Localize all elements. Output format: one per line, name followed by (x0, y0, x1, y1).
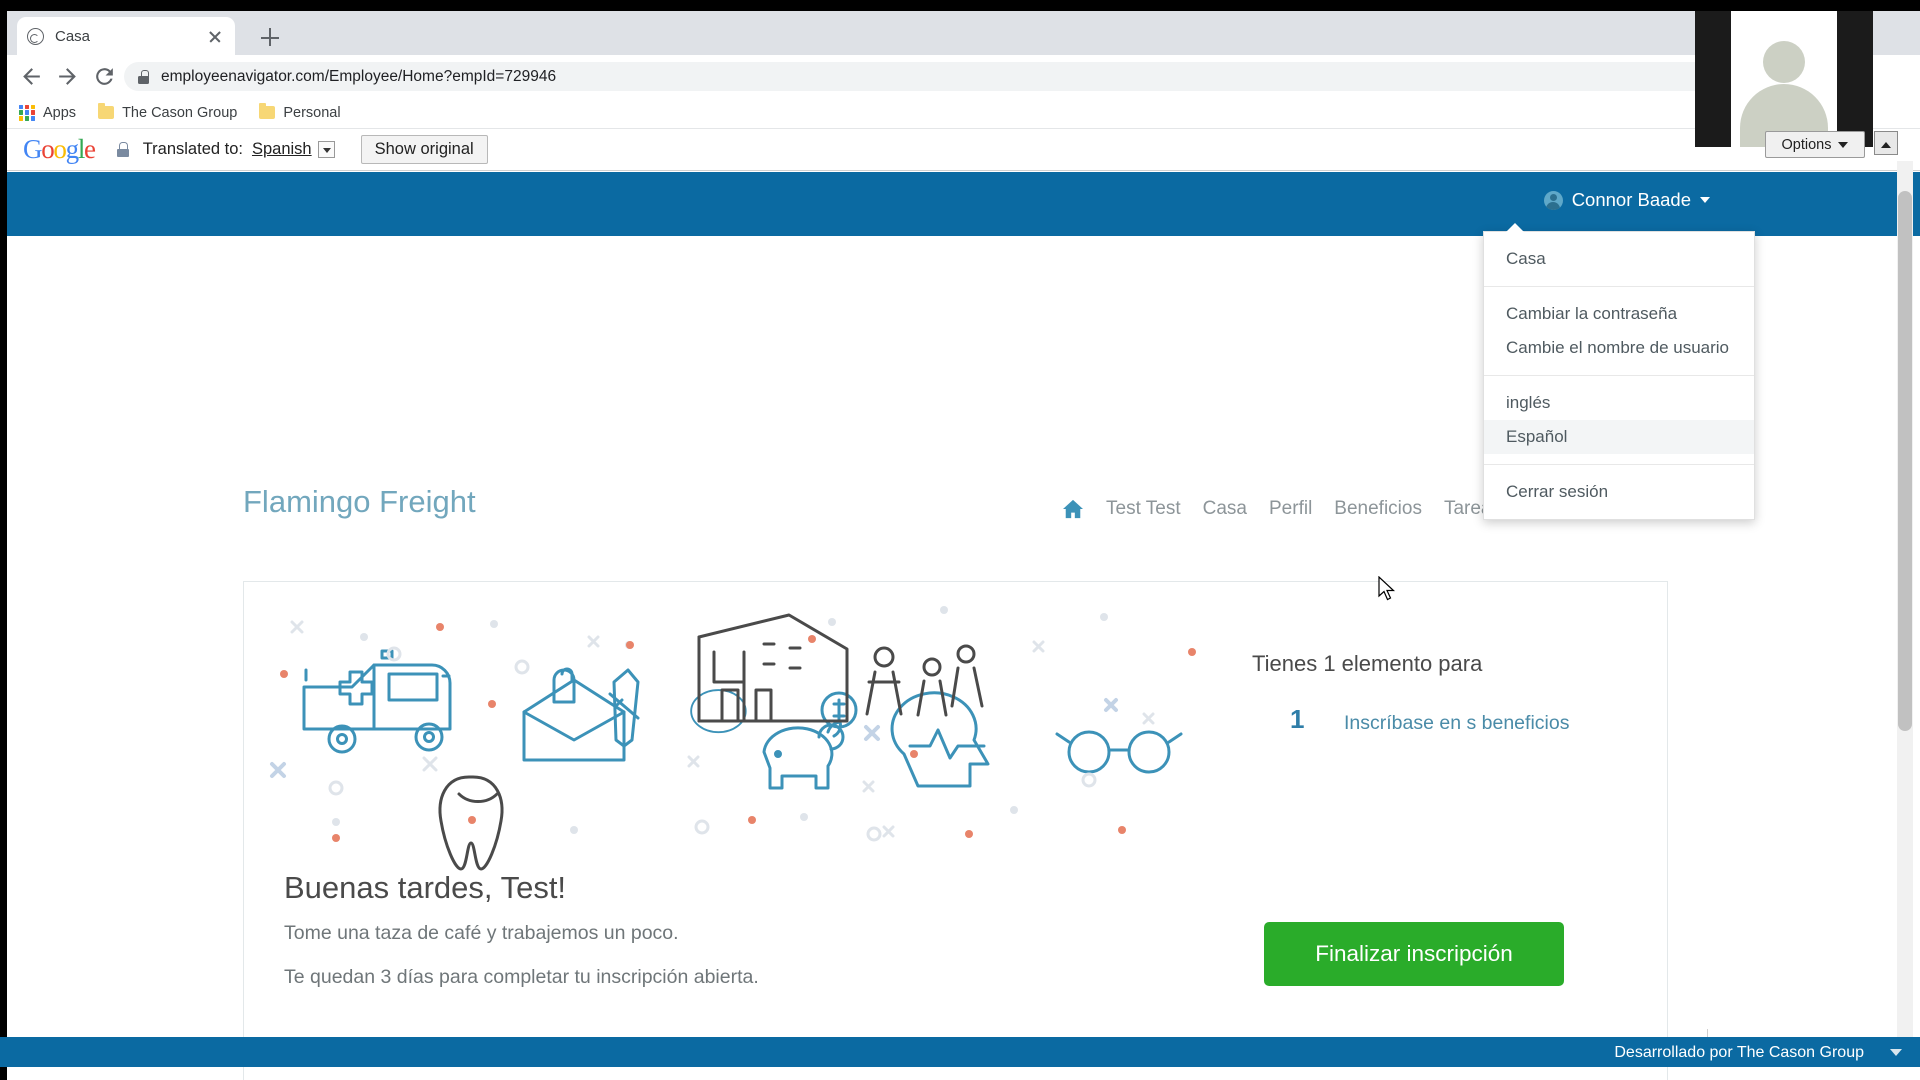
translate-label: Translated to: (142, 140, 243, 158)
browser-tab-strip: Casa (7, 11, 1920, 55)
nav-item-casa[interactable]: Casa (1203, 498, 1247, 520)
todo-heading: Tienes 1 elemento para (1252, 651, 1483, 676)
greeting-subtext-2: Te quedan 3 días para completar tu inscr… (284, 966, 759, 988)
dropdown-group: Casa (1484, 232, 1754, 286)
user-menu-trigger[interactable]: Connor Baade (1543, 189, 1710, 211)
finish-enrollment-button[interactable]: Finalizar inscripción (1264, 922, 1564, 986)
screen: Casa employeenavigator.com/Employee/Home… (0, 0, 1920, 1080)
new-tab-button[interactable] (257, 25, 283, 51)
scrollbar-thumb[interactable] (1898, 191, 1912, 731)
person-placeholder-icon (1731, 11, 1837, 147)
footer-credit: Desarrollado por The Cason Group (1614, 1044, 1864, 1061)
webcam-options-button[interactable]: Options (1765, 131, 1865, 158)
company-brand: Flamingo Freight (243, 484, 476, 519)
browser-tab[interactable]: Casa (17, 17, 235, 55)
webcam-collapse-button[interactable] (1874, 131, 1898, 155)
chevron-down-icon (1838, 141, 1849, 148)
reload-icon[interactable] (92, 64, 117, 89)
chevron-down-icon[interactable] (317, 141, 335, 158)
caret-down-icon (1700, 197, 1710, 203)
user-dropdown-menu: Casa Cambiar la contraseña Cambie el nom… (1483, 223, 1755, 520)
globe-icon (27, 27, 44, 45)
lock-icon (116, 142, 129, 157)
folder-icon (98, 103, 115, 119)
app-header-bar: Connor Baade (7, 172, 1920, 236)
avatar-head (1763, 41, 1805, 83)
user-menu-name: Connor Baade (1571, 189, 1691, 210)
google-logo: Google (23, 134, 96, 164)
bookmark-label: The Cason Group (122, 104, 238, 121)
user-avatar-icon (1543, 190, 1563, 210)
dropdown-group: inglés Español (1484, 375, 1754, 464)
bookmarks-bar: Apps The Cason Group Personal (7, 97, 1920, 129)
dropdown-group: Cambiar la contraseña Cambie el nombre d… (1484, 286, 1754, 375)
vertical-scrollbar[interactable] (1897, 161, 1913, 1037)
dropdown-item-logout[interactable]: Cerrar sesión (1484, 475, 1754, 509)
nav-item-test-test[interactable]: Test Test (1106, 498, 1181, 520)
dropdown-item-spanish[interactable]: Español (1484, 420, 1754, 454)
show-original-button[interactable]: Show original (360, 135, 488, 164)
window-frame-top (0, 0, 1920, 11)
google-translate-bar: Google Translated to: Spanish Show origi… (7, 129, 1920, 171)
back-arrow-icon[interactable] (19, 64, 44, 89)
translate-language-link[interactable]: Spanish (252, 140, 312, 159)
nav-item-beneficios[interactable]: Beneficios (1334, 498, 1422, 520)
main-navigation: Test Test Casa Perfil Beneficios Tareas (1062, 498, 1501, 520)
bookmark-apps[interactable]: Apps (19, 104, 77, 121)
address-bar[interactable]: employeenavigator.com/Employee/Home?empI… (124, 62, 1814, 91)
bookmark-label: Personal (283, 104, 341, 121)
todo-number: 1 (1290, 704, 1305, 734)
todo-link[interactable]: Inscríbase en s beneficios (1344, 708, 1594, 738)
lock-icon (138, 69, 149, 84)
greeting-subtext-1: Tome una taza de café y trabajemos un po… (284, 922, 679, 944)
dropdown-group: Cerrar sesión (1484, 464, 1754, 519)
nav-item-perfil[interactable]: Perfil (1269, 498, 1312, 520)
app-footer: Desarrollado por The Cason Group (0, 1037, 1920, 1067)
caret-down-icon[interactable] (1890, 1049, 1902, 1056)
address-bar-url: employeenavigator.com/Employee/Home?empI… (161, 67, 557, 85)
bookmark-personal[interactable]: Personal (259, 103, 341, 121)
window-frame-left (0, 0, 7, 1080)
browser-window: Casa employeenavigator.com/Employee/Home… (7, 11, 1920, 1080)
mouse-cursor (1378, 576, 1396, 601)
forward-arrow-icon[interactable] (55, 64, 80, 89)
dropdown-item-change-password[interactable]: Cambiar la contraseña (1484, 297, 1754, 331)
browser-tab-title: Casa (55, 27, 91, 45)
close-icon[interactable] (205, 26, 225, 46)
dropdown-item-casa[interactable]: Casa (1484, 242, 1754, 276)
greeting-heading: Buenas tardes, Test! (284, 870, 567, 905)
home-icon[interactable] (1062, 499, 1084, 519)
dropdown-item-change-username[interactable]: Cambie el nombre de usuario (1484, 331, 1754, 365)
folder-icon (259, 103, 276, 119)
dropdown-item-english[interactable]: inglés (1484, 386, 1754, 420)
webcam-overlay (1695, 11, 1873, 147)
bookmark-label: Apps (43, 104, 77, 121)
benefits-illustration (244, 582, 1204, 872)
bookmark-cason-group[interactable]: The Cason Group (98, 103, 238, 121)
browser-toolbar: employeenavigator.com/Employee/Home?empI… (7, 55, 1920, 97)
webcam-options-label: Options (1781, 136, 1832, 153)
employee-navigator-app: Connor Baade Flamingo Freight Test Test … (7, 172, 1920, 1080)
apps-grid-icon (19, 104, 35, 121)
